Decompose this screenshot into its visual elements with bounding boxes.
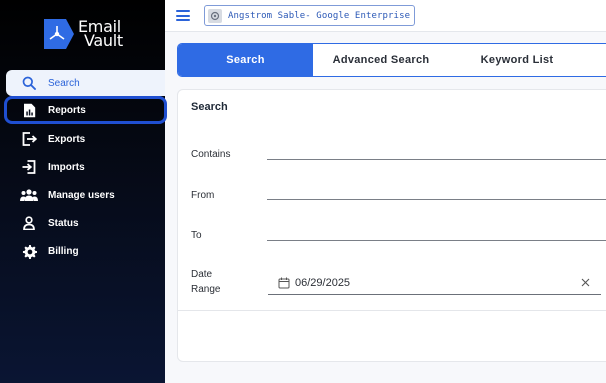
sidebar-item-reports[interactable]: Reports <box>4 96 167 124</box>
sidebar: Email Vault Search Reports Exports Impor… <box>0 0 167 383</box>
import-icon <box>20 158 38 176</box>
search-form-card: Search Contains From To Date Range 06/29… <box>177 89 606 362</box>
sidebar-item-label: Manage users <box>48 189 115 201</box>
tab-keyword-list[interactable]: Keyword List <box>449 44 585 76</box>
sidebar-item-exports[interactable]: Exports <box>6 126 165 152</box>
form-title: Search <box>191 101 228 113</box>
sidebar-item-search[interactable]: Search <box>6 70 165 96</box>
sidebar-item-label: Search <box>48 77 80 89</box>
logo-text: Email Vault <box>78 19 123 50</box>
gear-icon <box>20 242 38 260</box>
date-range-label-line1: Date <box>191 269 213 280</box>
from-input[interactable] <box>267 183 606 199</box>
report-icon <box>20 101 38 119</box>
users-icon <box>20 186 38 204</box>
to-underline <box>267 240 606 241</box>
date-range-input[interactable]: 06/29/2025 <box>268 271 601 295</box>
date-range-label: Date Range <box>191 267 220 297</box>
sidebar-item-imports[interactable]: Imports <box>6 154 165 180</box>
search-icon <box>20 74 38 92</box>
to-input[interactable] <box>267 224 606 240</box>
app-logo[interactable]: Email Vault <box>44 19 123 49</box>
sidebar-item-label: Billing <box>48 245 79 257</box>
from-label: From <box>191 190 215 201</box>
tab-search[interactable]: Search <box>178 44 313 76</box>
sidebar-item-label: Imports <box>48 161 85 173</box>
sidebar-item-billing[interactable]: Billing <box>6 238 165 264</box>
tab-advanced-search[interactable]: Advanced Search <box>313 44 449 76</box>
date-range-value: 06/29/2025 <box>295 276 351 289</box>
building-icon <box>208 8 222 23</box>
logo-line-2: Vault <box>84 31 123 50</box>
sidebar-item-label: Exports <box>48 133 86 145</box>
contains-underline <box>267 159 606 160</box>
form-divider <box>178 310 606 311</box>
organization-name: Angstrom Sable- Google Enterprise <box>228 10 411 21</box>
top-bar: Angstrom Sable- Google Enterprise <box>165 0 606 32</box>
sidebar-item-label: Status <box>48 217 79 229</box>
sidebar-item-manage-users[interactable]: Manage users <box>6 182 165 208</box>
email-vault-logo-icon <box>44 19 74 49</box>
export-icon <box>20 130 38 148</box>
search-tabs: Search Advanced Search Keyword List <box>177 43 606 77</box>
person-icon <box>20 214 38 232</box>
to-label: To <box>191 230 202 241</box>
sidebar-item-status[interactable]: Status <box>6 210 165 236</box>
menu-icon[interactable] <box>176 10 190 21</box>
sidebar-item-label: Reports <box>48 104 86 116</box>
organization-selector[interactable]: Angstrom Sable- Google Enterprise <box>204 5 416 26</box>
contains-label: Contains <box>191 149 231 160</box>
date-range-label-line2: Range <box>191 284 221 295</box>
from-underline <box>267 199 606 200</box>
contains-input[interactable] <box>267 143 606 159</box>
clear-icon[interactable] <box>578 276 592 290</box>
calendar-icon <box>278 277 290 288</box>
